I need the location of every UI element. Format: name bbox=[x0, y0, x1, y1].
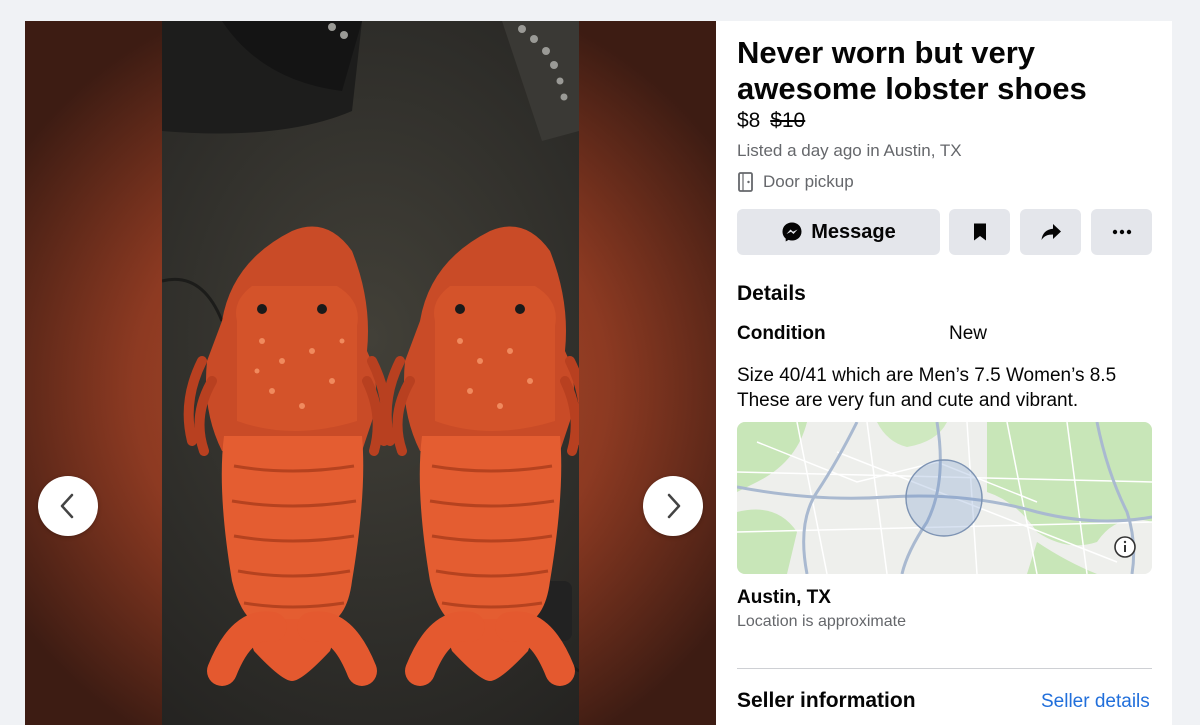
listed-info: Listed a day ago in Austin, TX bbox=[737, 141, 962, 160]
more-icon bbox=[1112, 229, 1131, 235]
description-line: These are very fun and cute and vibrant. bbox=[737, 390, 1079, 411]
bookmark-icon bbox=[973, 223, 986, 241]
share-button[interactable] bbox=[1020, 209, 1081, 255]
map-image bbox=[737, 422, 1152, 574]
share-icon bbox=[1041, 224, 1061, 240]
pickup-label: Door pickup bbox=[763, 172, 854, 191]
condition-label: Condition bbox=[737, 323, 826, 344]
location-note: Location is approximate bbox=[737, 613, 906, 630]
chevron-right-icon bbox=[667, 493, 681, 519]
listing-title: Never worn but very awesome lobster shoe… bbox=[737, 35, 1087, 106]
lobster-slippers-image bbox=[162, 21, 579, 686]
location-map[interactable] bbox=[737, 422, 1152, 574]
original-price: $10 bbox=[770, 109, 806, 132]
messenger-icon bbox=[782, 222, 802, 242]
seller-info-heading: Seller information bbox=[737, 689, 916, 712]
message-label: Message bbox=[811, 220, 896, 243]
listing-price: $8 $10 bbox=[737, 109, 805, 133]
more-options-button[interactable] bbox=[1091, 209, 1152, 255]
pickup-info: Door pickup bbox=[737, 171, 854, 193]
details-heading: Details bbox=[737, 282, 806, 305]
chevron-left-icon bbox=[60, 493, 74, 519]
listing-details-panel: Never worn but very awesome lobster shoe… bbox=[716, 21, 1172, 725]
door-icon bbox=[738, 172, 753, 192]
message-button[interactable]: Message bbox=[737, 209, 940, 255]
listing-description: Size 40/41 which are Men’s 7.5 Women’s 8… bbox=[737, 363, 1157, 413]
previous-photo-button[interactable] bbox=[38, 476, 98, 536]
info-icon[interactable] bbox=[1113, 535, 1137, 559]
description-line: Size 40/41 which are Men’s 7.5 Women’s 8… bbox=[737, 365, 1117, 386]
seller-details-link[interactable]: Seller details bbox=[1041, 691, 1150, 713]
save-button[interactable] bbox=[949, 209, 1010, 255]
next-photo-button[interactable] bbox=[643, 476, 703, 536]
current-price: $8 bbox=[737, 109, 761, 132]
location-city: Austin, TX bbox=[737, 587, 831, 608]
photo-viewer bbox=[25, 21, 716, 725]
condition-value: New bbox=[949, 323, 988, 344]
divider bbox=[737, 668, 1152, 669]
listing-photo bbox=[162, 21, 579, 725]
